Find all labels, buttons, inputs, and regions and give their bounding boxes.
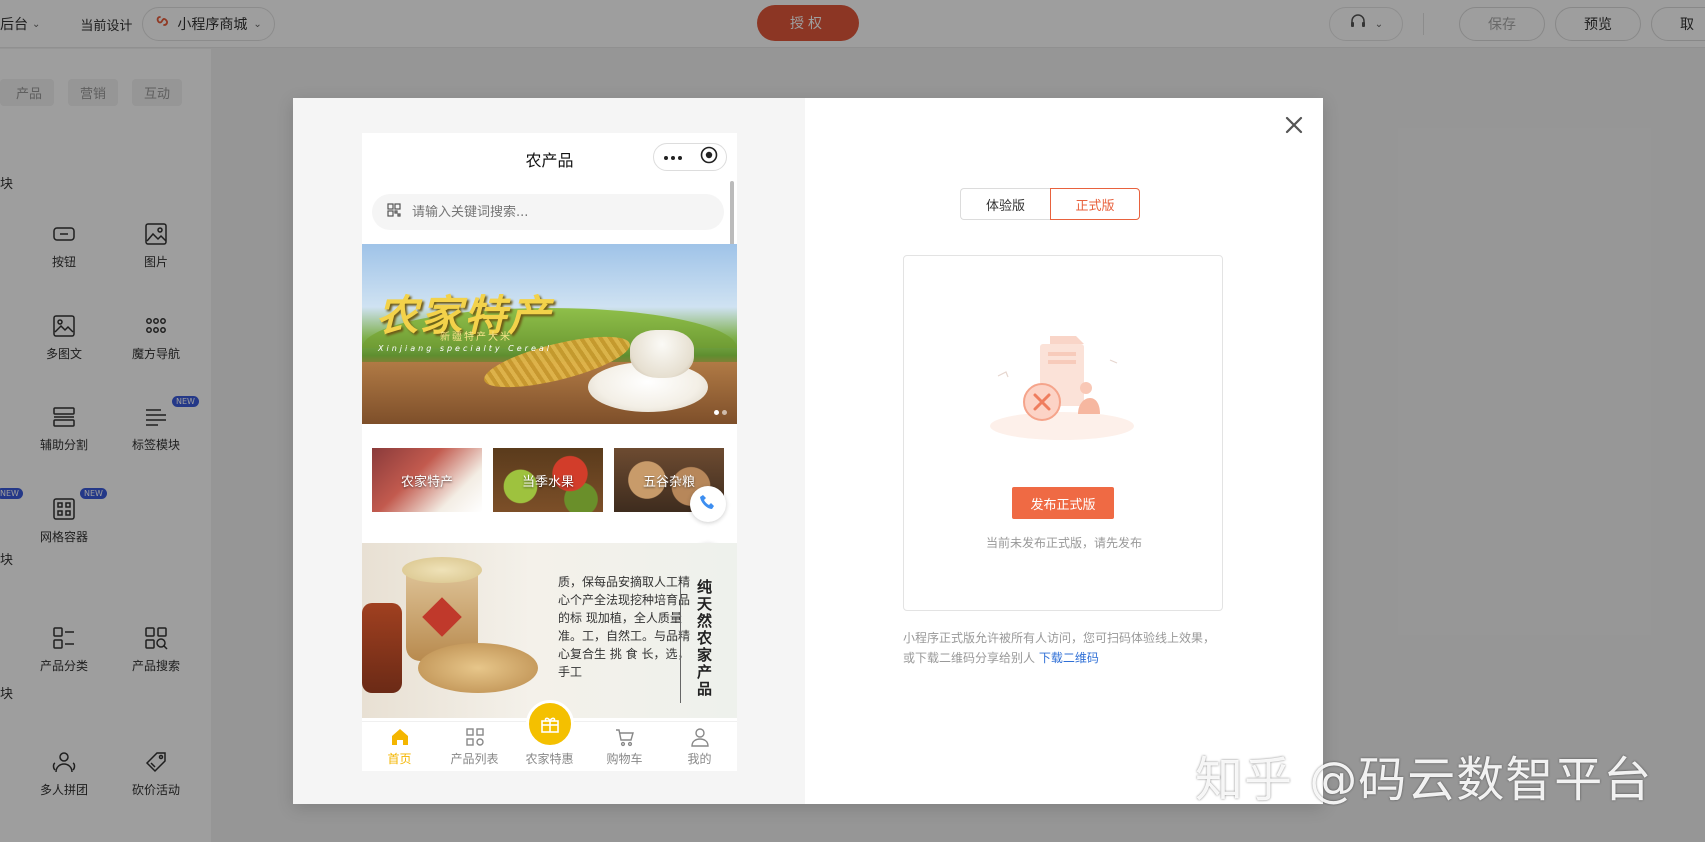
category-card[interactable]: 农家特产 [372, 448, 482, 512]
phone-tab-bar: 首页 产品列表 农家特惠 购物车 我的 [362, 700, 737, 771]
tab-product-list[interactable]: 产品列表 [437, 722, 512, 771]
qr-scan-icon[interactable] [386, 202, 402, 222]
tab-label: 农家特惠 [525, 752, 574, 766]
phone-preview: 农产品 请输入关键词搜索... 农家特产 新疆特产大米 Xinjiang spe… [362, 133, 737, 771]
tab-farm-deals[interactable]: 农家特惠 [512, 700, 587, 771]
promo-section[interactable]: 质，保每品安摘取人工精心个产全法现挖种培育品的标 现加植，全人质量准。工，自然工… [362, 543, 737, 718]
category-card[interactable]: 当季水果 [493, 448, 603, 512]
gift-icon [525, 700, 574, 748]
publish-note: 小程序正式版允许被所有人访问，您可扫码体验线上效果，或下载二维码分享给别人 下载… [903, 628, 1223, 668]
tab-label: 购物车 [606, 752, 643, 766]
qr-code-box: 发布正式版 当前未发布正式版，请先发布 [903, 255, 1223, 611]
close-icon[interactable] [1281, 112, 1307, 138]
publish-official-button[interactable]: 发布正式版 [1012, 487, 1114, 519]
promo-pot [362, 603, 402, 693]
tab-label: 首页 [387, 752, 412, 766]
promo-text: 质，保每品安摘取人工精心个产全法现挖种培育品的标 现加植，全人质量准。工，自然工… [558, 575, 691, 679]
user-icon [689, 726, 711, 748]
category-label: 五谷杂粮 [642, 474, 695, 490]
tab-label: 产品列表 [450, 752, 499, 766]
publish-hint: 当前未发布正式版，请先发布 [985, 536, 1142, 550]
category-row: 农家特产 当季水果 五谷杂粮 [372, 448, 724, 512]
hero-banner[interactable]: 农家特产 新疆特产大米 Xinjiang specialty Cereal [362, 244, 737, 424]
publish-modal: 农产品 请输入关键词搜索... 农家特产 新疆特产大米 Xinjiang spe… [293, 98, 1323, 804]
phone-search-bar[interactable] [372, 194, 724, 230]
category-label: 农家特产 [400, 474, 453, 490]
tab-trial-version[interactable]: 体验版 [960, 188, 1050, 220]
category-label: 当季水果 [521, 474, 574, 490]
more-dots-icon[interactable] [663, 150, 683, 165]
promo-grains [418, 643, 538, 693]
download-qr-link[interactable]: 下载二维码 [1039, 651, 1099, 665]
promo-vertical-title: 纯天然农家产品 [695, 579, 713, 698]
tab-official-version[interactable]: 正式版 [1050, 188, 1140, 220]
tab-home[interactable]: 首页 [362, 722, 437, 771]
promo-divider [680, 583, 681, 703]
product-list-icon [464, 726, 486, 748]
promo-beans [402, 557, 482, 583]
tab-cart[interactable]: 购物车 [587, 722, 662, 771]
banner-bowl [630, 330, 694, 378]
phone-icon [698, 492, 718, 516]
empty-state-illustration [990, 336, 1134, 440]
watermark: 知乎 @码云数智平台 [1195, 752, 1653, 808]
miniprogram-capsule[interactable] [653, 143, 727, 171]
tab-label: 我的 [687, 752, 712, 766]
carousel-dots[interactable] [714, 410, 727, 415]
home-icon [389, 726, 411, 748]
target-close-icon[interactable] [700, 146, 718, 168]
search-input[interactable] [412, 204, 692, 220]
version-switch: 体验版 正式版 [960, 188, 1140, 220]
phone-preview-panel: 农产品 请输入关键词搜索... 农家特产 新疆特产大米 Xinjiang spe… [293, 98, 805, 804]
cart-icon [614, 726, 636, 748]
banner-english: Xinjiang specialty Cereal [378, 344, 552, 353]
banner-subtitle: 新疆特产大米 [440, 332, 512, 343]
tab-mine[interactable]: 我的 [662, 722, 737, 771]
publish-panel: 体验版 正式版 发布正式版 当前未发布正式版，请先发布 小程序正式版允许被所有人… [805, 98, 1323, 804]
phone-call-button[interactable] [690, 486, 726, 522]
